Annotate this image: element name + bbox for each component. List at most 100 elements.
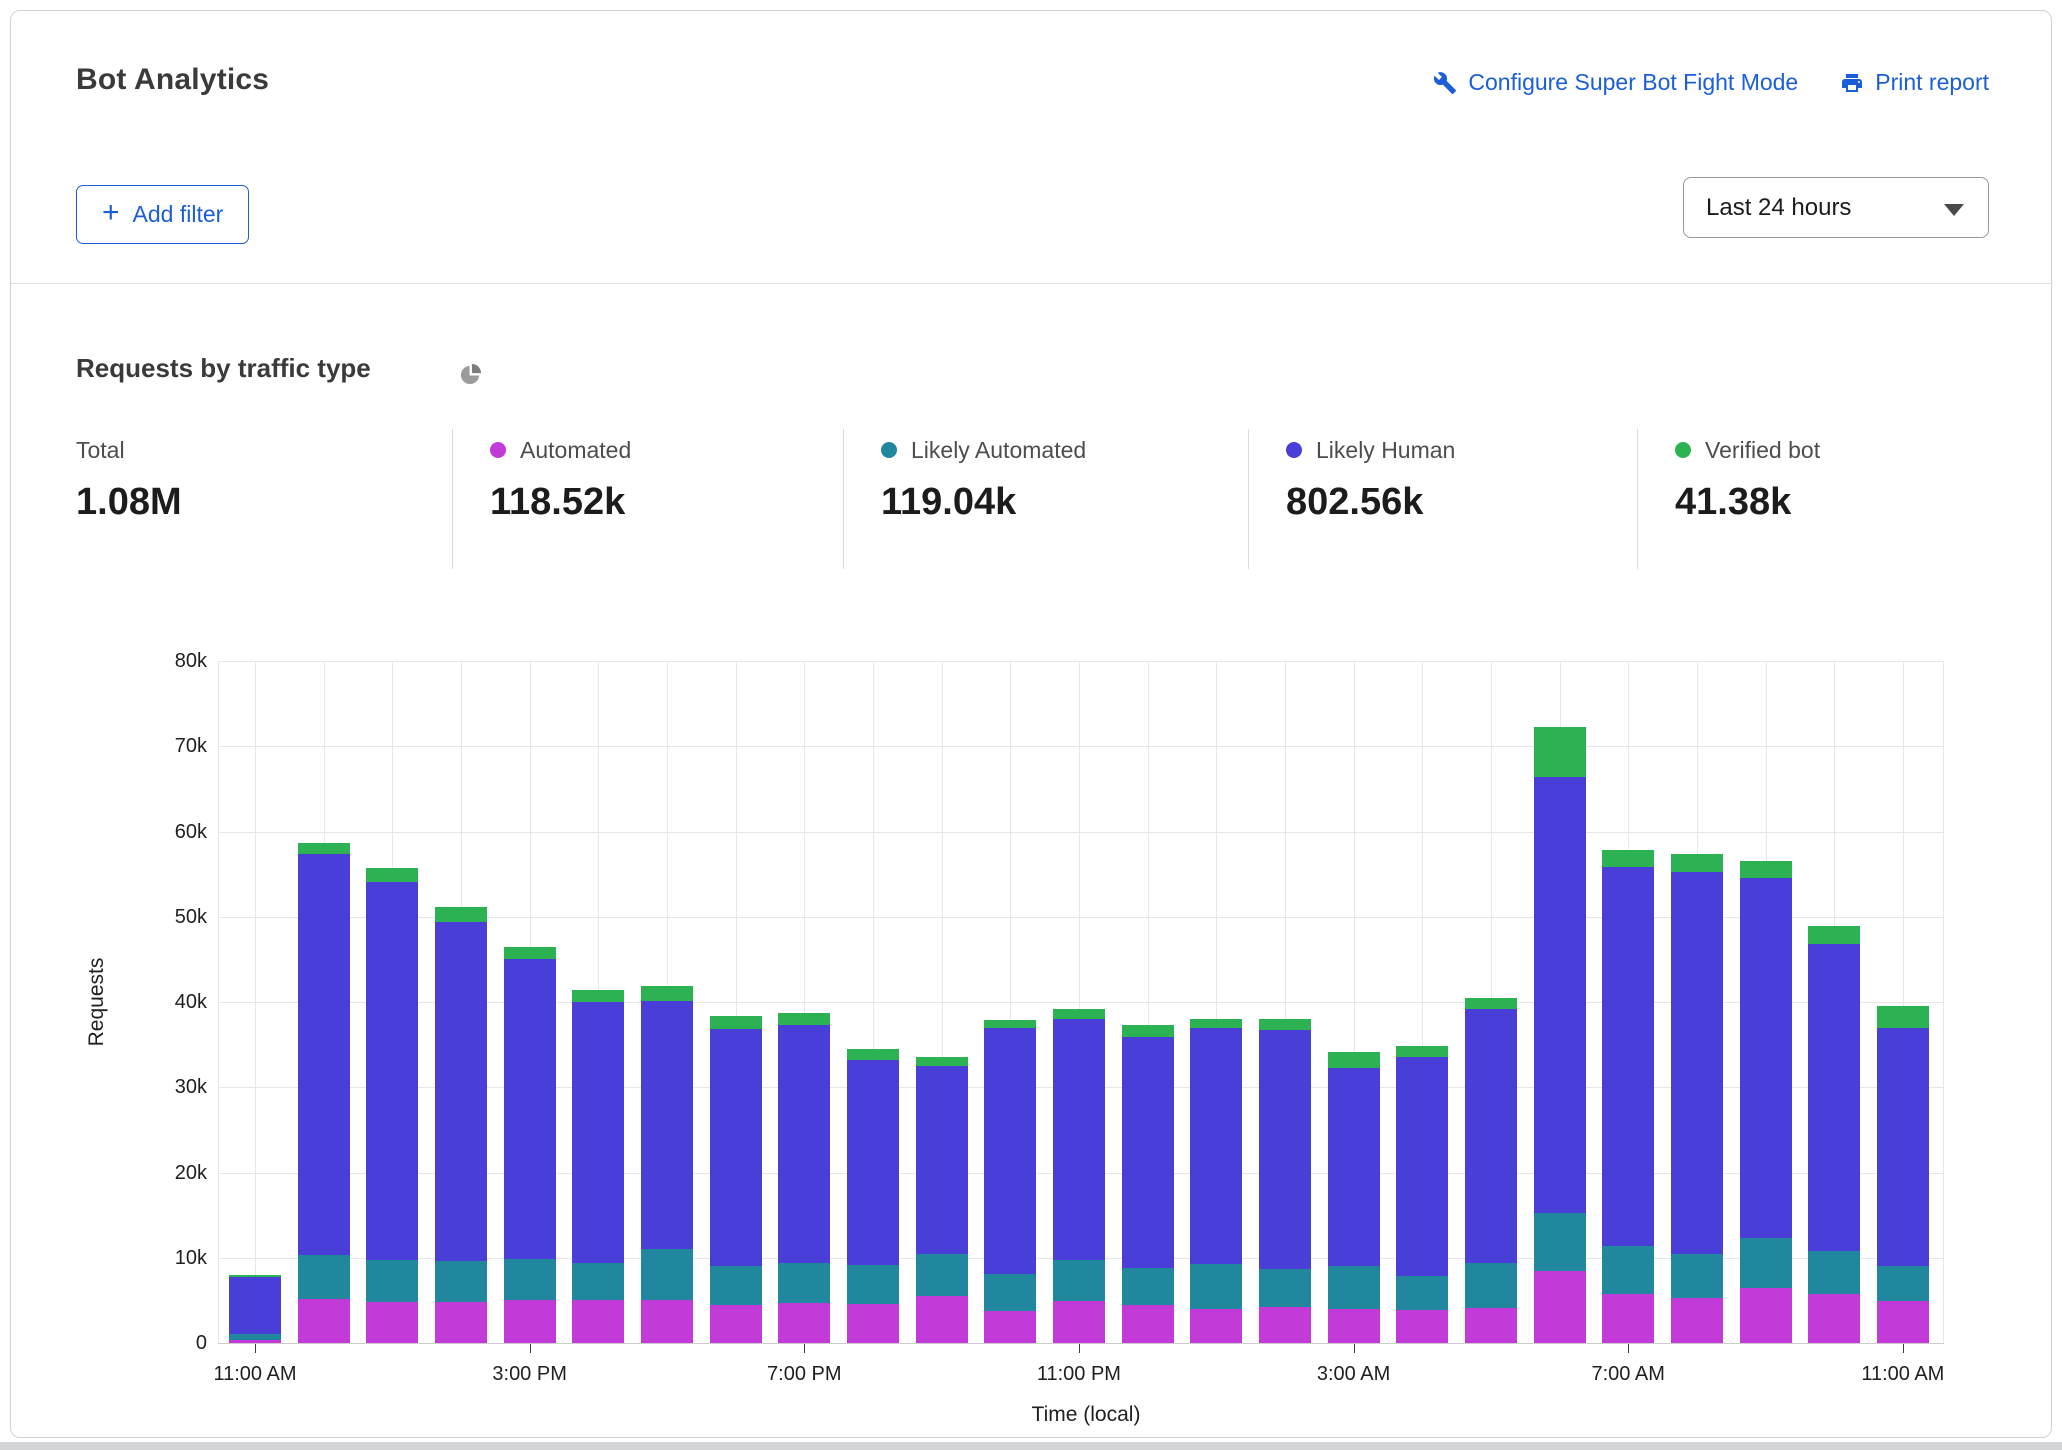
segment-likely-automated [572,1263,624,1301]
segment-likely-automated [984,1274,1036,1311]
segment-likely-automated [710,1266,762,1304]
segment-likely-automated [435,1261,487,1302]
segment-likely-human [572,1002,624,1263]
segment-verified-bot [1396,1046,1448,1057]
segment-likely-human [229,1277,281,1335]
segment-verified-bot [1808,926,1860,944]
segment-automated [847,1304,899,1343]
segment-verified-bot [1122,1025,1174,1037]
stat-value: 118.52k [490,481,843,524]
stat-total: Total1.08M [76,429,452,569]
segment-automated [1671,1298,1723,1343]
stacked-bar-6-00-am-19 [1534,661,1586,1343]
add-filter-button[interactable]: + Add filter [76,185,249,244]
y-tick-30k: 30k [11,1076,207,1098]
stacked-bar-8-00-pm-9 [847,661,899,1343]
y-tick-10k: 10k [11,1247,207,1269]
x-tick-11-00-pm: 11:00 PM [1037,1363,1121,1386]
stat-likely-automated: Likely Automated119.04k [843,429,1248,569]
stats-row: Total1.08M Automated 118.52kLikely Automat… [76,429,1996,569]
stat-value: 1.08M [76,481,452,524]
x-axis-label: Time (local) [1032,1403,1141,1427]
segment-automated [916,1296,968,1343]
time-range-dropdown[interactable]: Last 24 hours [1683,177,1989,238]
segment-automated [1465,1308,1517,1343]
segment-verified-bot [504,947,556,958]
segment-verified-bot [1259,1019,1311,1030]
x-tick-mark [530,1344,531,1353]
segment-likely-automated [1259,1269,1311,1307]
print-report-link[interactable]: Print report [1840,69,1989,96]
segment-verified-bot [1465,998,1517,1009]
segment-likely-automated [916,1254,968,1297]
legend-dot-verified-bot [1675,442,1691,458]
segment-likely-human [778,1025,830,1263]
segment-automated [641,1300,693,1343]
segment-likely-human [641,1001,693,1249]
stacked-bar-11-00-pm-12 [1053,661,1105,1343]
y-tick-20k: 20k [11,1162,207,1184]
stat-label: Automated [520,437,631,464]
segment-verified-bot [1740,861,1792,878]
x-tick-mark [1354,1344,1355,1353]
segment-likely-automated [1534,1213,1586,1271]
segment-likely-human [1328,1068,1380,1267]
next-card-edge [0,1442,2062,1450]
segment-automated [1122,1305,1174,1343]
segment-likely-automated [1053,1260,1105,1301]
segment-likely-automated [1190,1264,1242,1309]
time-range-value: Last 24 hours [1706,194,1851,222]
x-axis-line [218,1343,1944,1344]
stacked-bar-5-00-pm-6 [641,661,693,1343]
x-tick-mark [1079,1344,1080,1353]
segment-automated [1053,1301,1105,1343]
segment-automated [1877,1301,1929,1343]
segment-likely-automated [847,1265,899,1304]
segment-likely-human [366,882,418,1261]
segment-likely-human [847,1060,899,1265]
x-tick-mark [804,1344,805,1353]
segment-automated [435,1302,487,1343]
stacked-bar-7-00-pm-8 [778,661,830,1343]
segment-likely-human [1534,777,1586,1213]
segment-likely-automated [1122,1268,1174,1305]
segment-automated [298,1299,350,1343]
segment-likely-human [435,922,487,1261]
stacked-bar-6-00-pm-7 [710,661,762,1343]
segment-likely-automated [1465,1263,1517,1308]
stacked-bar-4-00-pm-5 [572,661,624,1343]
segment-likely-human [1740,878,1792,1238]
stacked-bar-1-00-am-14 [1190,661,1242,1343]
x-tick-3-00-am: 3:00 AM [1317,1363,1390,1386]
stacked-bar-2-00-pm-3 [435,661,487,1343]
segment-likely-human [298,854,350,1256]
segment-automated [504,1300,556,1343]
segment-automated [1190,1309,1242,1343]
segment-likely-human [1602,867,1654,1246]
stat-value: 802.56k [1286,481,1637,524]
section-title: Requests by traffic type [76,353,371,384]
plus-icon: + [102,198,120,228]
segment-likely-human [1190,1028,1242,1264]
segment-likely-automated [366,1260,418,1302]
segment-verified-bot [435,907,487,921]
stacked-bar-10-00-am-23 [1808,661,1860,1343]
stacked-bar-3-00-pm-4 [504,661,556,1343]
stat-value: 119.04k [881,481,1248,524]
segment-verified-bot [1190,1019,1242,1028]
segment-likely-human [1877,1028,1929,1267]
stacked-bar-9-00-am-22 [1740,661,1792,1343]
x-tick-7-00-pm: 7:00 PM [767,1363,841,1386]
y-tick-50k: 50k [11,906,207,928]
segment-likely-human [984,1028,1036,1274]
segment-likely-human [710,1029,762,1266]
configure-super-bot-fight-mode-link[interactable]: Configure Super Bot Fight Mode [1433,69,1798,96]
segment-likely-human [916,1066,968,1254]
requests-by-traffic-type-chart [218,661,1944,1343]
segment-likely-human [504,959,556,1260]
segment-verified-bot [229,1275,281,1277]
segment-likely-automated [1602,1246,1654,1295]
wrench-icon [1433,71,1457,95]
segment-verified-bot [641,986,693,1001]
x-tick-11-00-am: 11:00 AM [1861,1363,1944,1386]
